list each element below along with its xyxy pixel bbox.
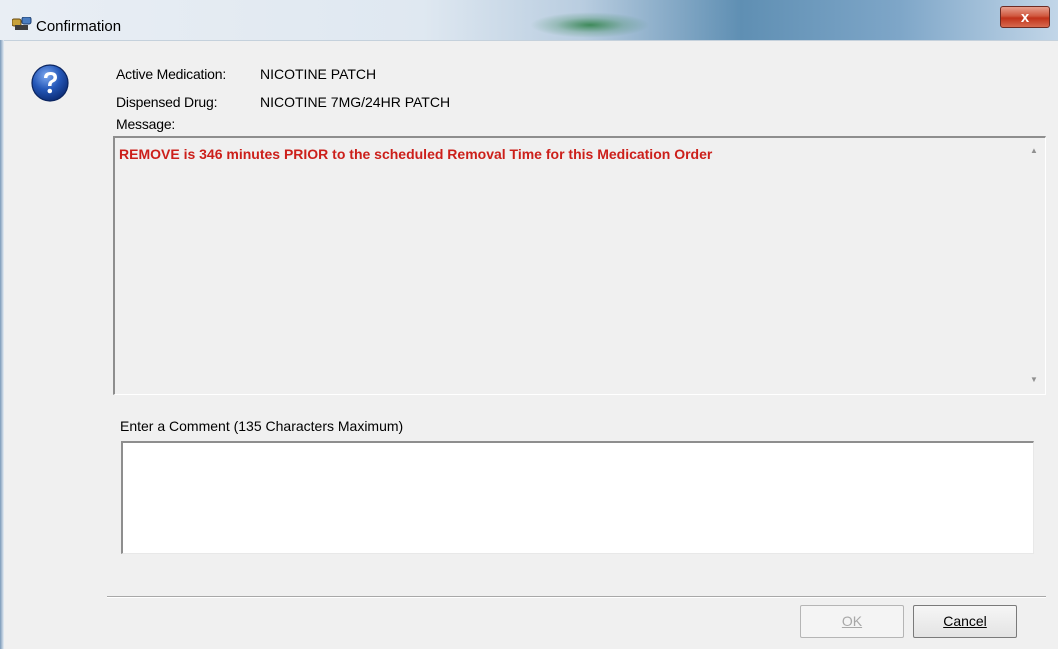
scroll-down-arrow-icon[interactable]: ▼: [1027, 375, 1041, 387]
ok-button-label: OK: [841, 613, 863, 629]
close-icon[interactable]: x: [1021, 9, 1029, 26]
confirmation-dialog: Confirmation x Active Medication: NICOTI…: [0, 0, 1058, 649]
title-bar-glass-reflection: [530, 12, 650, 38]
app-icon: [12, 17, 32, 30]
window-title: Confirmation: [36, 18, 122, 35]
ok-button[interactable]: OK: [800, 605, 904, 638]
active-medication-value: NICOTINE PATCH: [260, 66, 377, 82]
message-box[interactable]: REMOVE is 346 minutes PRIOR to the sched…: [113, 136, 1046, 395]
title-bar[interactable]: Confirmation x: [0, 0, 1058, 41]
question-icon: [31, 64, 69, 102]
message-label: Message:: [116, 116, 176, 132]
button-divider: [107, 596, 1046, 598]
window-border: [0, 40, 4, 649]
warning-message: REMOVE is 346 minutes PRIOR to the sched…: [119, 146, 713, 162]
close-button[interactable]: x: [1000, 6, 1050, 28]
cancel-button[interactable]: Cancel: [913, 605, 1017, 638]
comment-label: Enter a Comment (135 Characters Maximum): [120, 418, 404, 434]
dispensed-drug-label: Dispensed Drug:: [116, 94, 218, 110]
comment-input[interactable]: [121, 441, 1034, 554]
dispensed-drug-value: NICOTINE 7MG/24HR PATCH: [260, 94, 451, 110]
scroll-up-arrow-icon[interactable]: ▲: [1027, 146, 1041, 158]
cancel-button-label: Cancel: [943, 613, 987, 629]
active-medication-label: Active Medication:: [116, 66, 227, 82]
